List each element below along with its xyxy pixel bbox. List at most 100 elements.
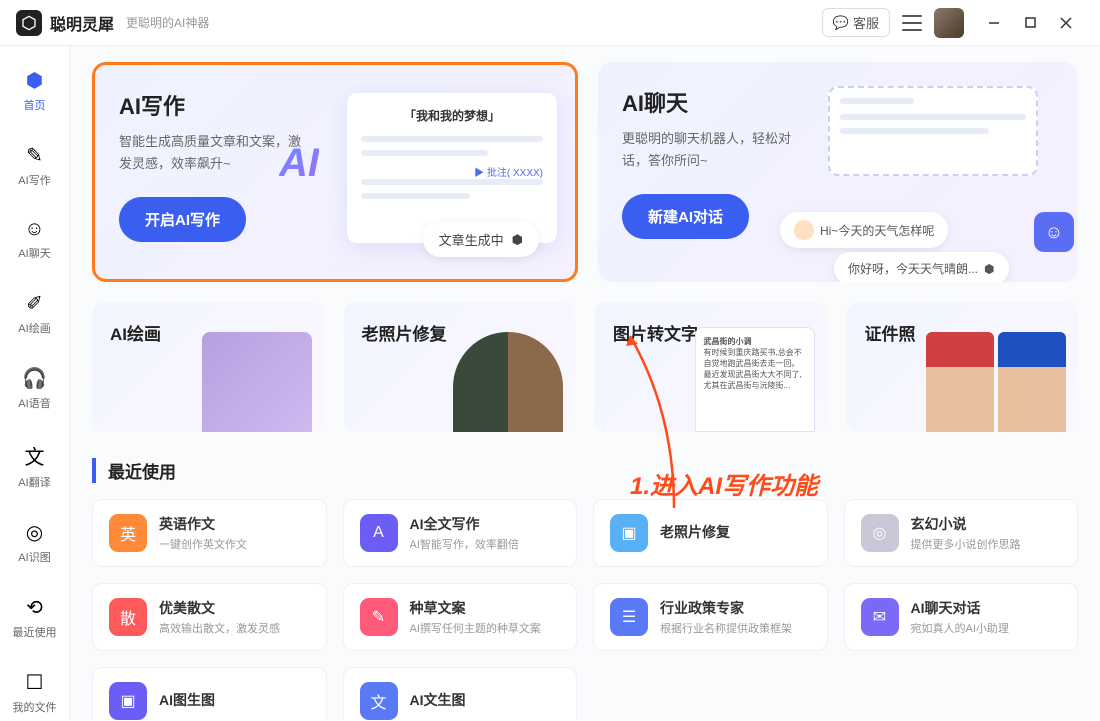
sidebar-label: AI语音 <box>18 395 50 411</box>
sidebar-label: 最近使用 <box>13 624 57 640</box>
recent-item-0[interactable]: 英 英语作文一键创作英文作文 <box>92 499 327 567</box>
generating-pill: 文章生成中⬢ <box>423 222 539 257</box>
sidebar-label: 首页 <box>24 97 46 113</box>
sidebar-icon: ◎ <box>26 520 43 545</box>
recent-item-3[interactable]: ◎ 玄幻小说提供更多小说创作思路 <box>844 499 1079 567</box>
item-sub: 高效输出散文，激发灵感 <box>159 620 310 636</box>
close-button[interactable] <box>1048 8 1084 38</box>
item-title: 老照片修复 <box>660 522 811 542</box>
item-icon: 文 <box>360 682 398 720</box>
hero-cta-button[interactable]: 新建AI对话 <box>622 194 749 239</box>
mini-thumb <box>202 332 312 432</box>
recent-item-4[interactable]: 散 优美散文高效输出散文，激发灵感 <box>92 583 327 651</box>
sidebar-item-8[interactable]: ☐ 我的文件 <box>8 664 62 721</box>
sidebar-item-1[interactable]: ✎ AI写作 <box>8 137 62 194</box>
maximize-button[interactable] <box>1012 8 1048 38</box>
item-title: AI图生图 <box>159 690 310 710</box>
sidebar-item-2[interactable]: ☺ AI聊天 <box>8 212 62 267</box>
sidebar-icon: ⬢ <box>26 68 43 93</box>
sidebar-item-6[interactable]: ◎ AI识图 <box>8 514 62 571</box>
sidebar-icon: 文 <box>25 441 45 470</box>
item-title: AI全文写作 <box>410 514 561 534</box>
sidebar-label: AI写作 <box>18 172 50 188</box>
hero-card-1: AI聊天 更聪明的聊天机器人，轻松对话，答你所问~ 新建AI对话 ☺ Hi~今天… <box>598 62 1078 282</box>
content-area: AI写作 智能生成高质量文章和文案，激发灵感，效率飙升~ 开启AI写作 AI 「… <box>70 46 1100 720</box>
ai-badge-icon: AI <box>279 141 319 186</box>
item-sub: 宛如真人的AI小助理 <box>911 620 1062 636</box>
mini-card-1[interactable]: 老照片修复 <box>344 302 576 432</box>
recent-heading: 最近使用 <box>92 458 1078 483</box>
item-icon: A <box>360 514 398 552</box>
user-avatar[interactable] <box>934 8 964 38</box>
sidebar-icon: ☺ <box>24 218 44 241</box>
sidebar-icon: 🎧 <box>22 366 47 391</box>
item-icon: ◎ <box>861 514 899 552</box>
chat-bubble: Hi~今天的天气怎样呢 <box>780 212 948 248</box>
item-sub: AI撰写任何主题的种草文案 <box>410 620 561 636</box>
minimize-button[interactable] <box>976 8 1012 38</box>
sidebar-item-4[interactable]: 🎧 AI语音 <box>8 360 62 417</box>
hero-cta-button[interactable]: 开启AI写作 <box>119 197 246 242</box>
chat-bot-icon: ☺ <box>1034 212 1074 252</box>
recent-item-7[interactable]: ✉ AI聊天对话宛如真人的AI小助理 <box>844 583 1079 651</box>
hero-illustration: AI 「我和我的梦想」 ▶ 批注( XXXX) 文章生成中⬢ <box>307 83 557 263</box>
support-label: 客服 <box>853 13 879 32</box>
hero-card-0: AI写作 智能生成高质量文章和文案，激发灵感，效率飙升~ 开启AI写作 AI 「… <box>92 62 578 282</box>
sidebar-label: AI聊天 <box>18 245 50 261</box>
mini-thumb <box>453 332 563 432</box>
item-icon: ▣ <box>109 682 147 720</box>
mini-card-3[interactable]: 证件照 <box>847 302 1079 432</box>
recent-item-2[interactable]: ▣ 老照片修复 <box>593 499 828 567</box>
item-title: 优美散文 <box>159 598 310 618</box>
recent-item-9[interactable]: 文 AI文生图 <box>343 667 578 720</box>
item-title: 玄幻小说 <box>911 514 1062 534</box>
item-title: AI聊天对话 <box>911 598 1062 618</box>
item-title: AI文生图 <box>410 690 561 710</box>
item-icon: ▣ <box>610 514 648 552</box>
sidebar-item-5[interactable]: 文 AI翻译 <box>8 435 62 496</box>
sidebar-item-3[interactable]: ✐ AI绘画 <box>8 285 62 342</box>
sidebar-icon: ☐ <box>26 670 44 695</box>
hero-desc: 更聪明的聊天机器人，轻松对话，答你所问~ <box>622 128 812 172</box>
item-sub: 提供更多小说创作思路 <box>911 536 1062 552</box>
sidebar-label: AI识图 <box>18 549 50 565</box>
item-sub: 根据行业名称提供政策框架 <box>660 620 811 636</box>
item-sub: 一键创作英文作文 <box>159 536 310 552</box>
sidebar-label: AI翻译 <box>18 474 50 490</box>
sidebar-label: 我的文件 <box>13 699 57 715</box>
sidebar-label: AI绘画 <box>18 320 50 336</box>
chat-bubble: 你好呀，今天天气晴朗...⬢ <box>834 252 1009 282</box>
item-icon: ✉ <box>861 598 899 636</box>
recent-item-1[interactable]: A AI全文写作 AI智能写作，效率翻倍 <box>343 499 578 567</box>
titlebar: 聪明灵犀 更聪明的AI神器 💬 客服 <box>0 0 1100 46</box>
item-sub: AI智能写作，效率翻倍 <box>410 536 561 552</box>
menu-icon[interactable] <box>902 15 922 31</box>
item-title: 种草文案 <box>410 598 561 618</box>
sidebar-icon: ⟲ <box>26 595 43 620</box>
mini-thumb: 武昌街的小调有时候到重庆路买书,总会不自觉地跑武昌街去走一回。最近发现武昌街大大… <box>695 327 815 432</box>
bot-icon: ⬢ <box>984 262 994 276</box>
sidebar: ⬢ 首页 ✎ AI写作 ☺ AI聊天 ✐ AI绘画 🎧 AI语音文 AI翻译 ◎ AI识图 ⟲ 最近使用 ☐ 我… <box>0 46 70 720</box>
item-icon: 英 <box>109 514 147 552</box>
app-tagline: 更聪明的AI神器 <box>126 14 209 31</box>
support-button[interactable]: 💬 客服 <box>822 8 890 37</box>
recent-item-8[interactable]: ▣ AI图生图 <box>92 667 327 720</box>
sidebar-icon: ✐ <box>26 291 43 316</box>
item-title: 英语作文 <box>159 514 310 534</box>
sidebar-icon: ✎ <box>26 143 43 168</box>
app-name: 聪明灵犀 <box>50 11 114 35</box>
sidebar-item-0[interactable]: ⬢ 首页 <box>8 62 62 119</box>
mini-card-2[interactable]: 图片转文字武昌街的小调有时候到重庆路买书,总会不自觉地跑武昌街去走一回。最近发现… <box>595 302 827 432</box>
sidebar-item-7[interactable]: ⟲ 最近使用 <box>8 589 62 646</box>
item-icon: 散 <box>109 598 147 636</box>
item-icon: ✎ <box>360 598 398 636</box>
app-logo-icon <box>16 10 42 36</box>
spinner-icon: ⬢ <box>512 232 523 248</box>
recent-item-6[interactable]: ☰ 行业政策专家根据行业名称提供政策框架 <box>593 583 828 651</box>
mini-card-0[interactable]: AI绘画 <box>92 302 324 432</box>
chat-icon: 💬 <box>833 15 849 31</box>
recent-item-5[interactable]: ✎ 种草文案 AI撰写任何主题的种草文案 <box>343 583 578 651</box>
item-title: 行业政策专家 <box>660 598 811 618</box>
item-icon: ☰ <box>610 598 648 636</box>
mini-thumb <box>926 332 1066 432</box>
